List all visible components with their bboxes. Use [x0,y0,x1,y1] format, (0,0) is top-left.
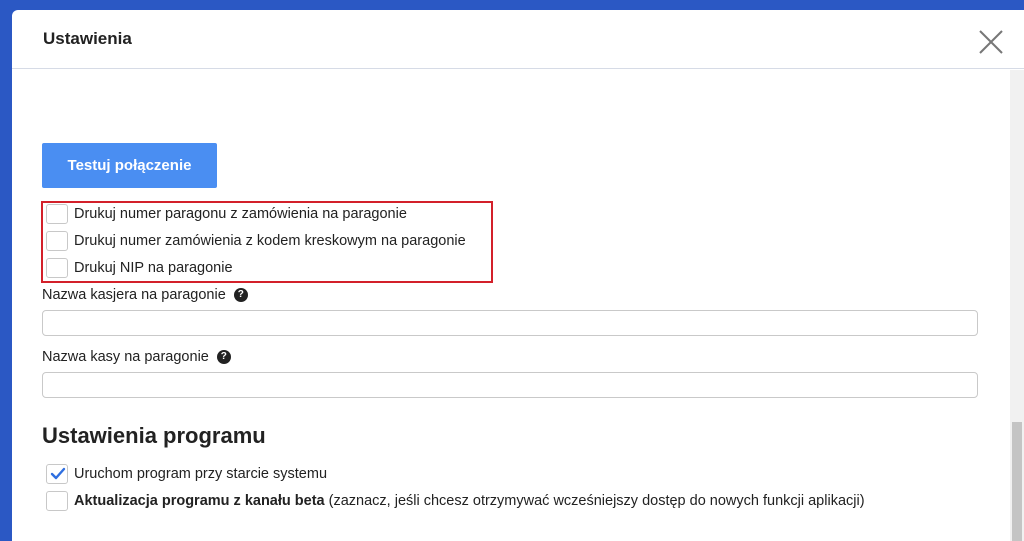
print-nip-checkbox[interactable] [46,258,68,278]
register-name-label-row: Nazwa kasy na paragonie ? [42,349,231,365]
beta-updates-label-note: (zaznacz, jeśli chcesz otrzymywać wcześn… [324,493,865,509]
vertical-scrollbar[interactable] [1010,70,1024,541]
checkmark-icon [50,467,66,480]
program-settings-title: Ustawienia programu [42,423,266,448]
register-name-input[interactable] [42,372,978,398]
dialog-title: Ustawienia [43,29,132,48]
start-with-system-option[interactable]: Uruchom program przy starcie systemu [46,464,327,484]
dialog-header: Ustawienia [12,10,1024,69]
cashier-name-input[interactable] [42,310,978,336]
question-circle-icon[interactable]: ? [233,288,248,302]
beta-updates-checkbox[interactable] [46,491,68,511]
print-receipt-number-checkbox[interactable] [46,204,68,224]
test-connection-button[interactable]: Testuj połączenie [42,143,217,188]
print-order-barcode-label: Drukuj numer zamówienia z kodem kreskowy… [74,233,466,249]
scrollbar-thumb[interactable] [1012,422,1022,541]
close-icon [979,30,1003,54]
settings-dialog: Ustawienia Testuj połączenie Drukuj nume… [12,10,1024,541]
start-with-system-label: Uruchom program przy starcie systemu [74,466,328,482]
cashier-name-label-row: Nazwa kasjera na paragonie ? [42,287,248,303]
beta-updates-label-bold: Aktualizacja programu z kanału beta [74,493,325,509]
cashier-name-label: Nazwa kasjera na paragonie [42,287,226,303]
print-receipt-number-option[interactable]: Drukuj numer paragonu z zamówienia na pa… [46,204,407,224]
beta-updates-label: Aktualizacja programu z kanału beta (zaz… [74,493,865,509]
print-order-barcode-checkbox[interactable] [46,231,68,251]
print-nip-option[interactable]: Drukuj NIP na paragonie [46,258,233,278]
beta-updates-option[interactable]: Aktualizacja programu z kanału beta (zaz… [46,491,865,511]
start-with-system-checkbox[interactable] [46,464,68,484]
register-name-label: Nazwa kasy na paragonie [42,349,209,365]
question-circle-icon[interactable]: ? [216,350,231,364]
print-nip-label: Drukuj NIP na paragonie [74,260,233,276]
close-button[interactable] [978,29,1004,55]
print-order-barcode-option[interactable]: Drukuj numer zamówienia z kodem kreskowy… [46,231,466,251]
print-receipt-number-label: Drukuj numer paragonu z zamówienia na pa… [74,206,407,222]
